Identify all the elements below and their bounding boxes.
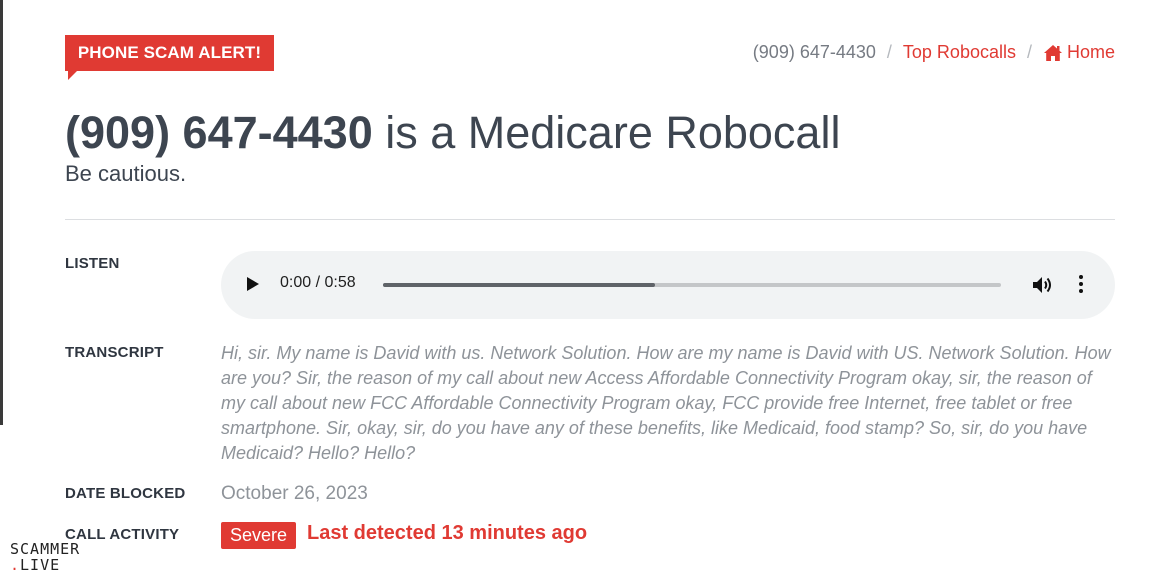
logo-line-1: SCAMMER [10, 540, 81, 558]
severity-badge: Severe [221, 522, 296, 549]
divider [65, 219, 1115, 220]
breadcrumb-separator: / [1026, 42, 1032, 62]
audio-seek-bar[interactable] [383, 283, 1001, 287]
page-subtitle: Be cautious. [65, 161, 187, 186]
home-icon [1043, 44, 1062, 61]
alert-badge-text: PHONE SCAM ALERT! [77, 43, 262, 62]
call-activity-label: CALL ACTIVITY [65, 526, 180, 543]
breadcrumb-current: (909) 647-4430 [752, 42, 876, 62]
title-phone-number: (909) 647-4430 [65, 107, 373, 158]
date-blocked-label: DATE BLOCKED [65, 485, 186, 502]
audio-time: 0:00 / 0:58 [280, 274, 356, 291]
play-icon[interactable] [247, 277, 259, 291]
title-suffix: is a Medicare Robocall [372, 107, 841, 158]
breadcrumb-top-robocalls-link[interactable]: Top Robocalls [903, 42, 1016, 63]
more-vertical-icon[interactable] [1078, 275, 1084, 295]
scammer-live-logo: SCAMMER .LIVE [10, 541, 80, 573]
listen-label: LISTEN [65, 255, 120, 272]
home-link-label: Home [1066, 42, 1115, 62]
last-detected-text: Last detected 13 minutes ago [307, 522, 588, 544]
logo-line-2: .LIVE [10, 556, 61, 574]
transcript-label: TRANSCRIPT [65, 344, 164, 361]
page-edge [0, 0, 3, 425]
volume-icon[interactable] [1032, 275, 1054, 295]
breadcrumb-home-link[interactable]: Home [1043, 42, 1115, 63]
breadcrumb: (909) 647-4430 / Top Robocalls / Home [753, 42, 1115, 63]
audio-seek-progress [383, 283, 655, 287]
phone-scam-alert-badge: PHONE SCAM ALERT! [65, 35, 274, 80]
date-blocked-value: October 26, 2023 [221, 483, 368, 504]
breadcrumb-separator: / [886, 42, 892, 62]
audio-player[interactable]: 0:00 / 0:58 [221, 251, 1115, 319]
transcript-text: Hi, sir. My name is David with us. Netwo… [221, 343, 1111, 463]
page-title: (909) 647-4430 is a Medicare Robocall [65, 105, 840, 161]
